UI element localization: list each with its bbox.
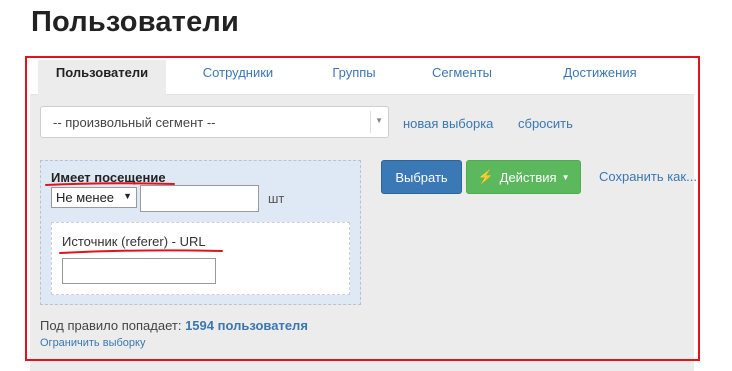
chevron-down-icon: ▼ xyxy=(375,116,383,125)
tab-groups[interactable]: Группы xyxy=(306,60,402,97)
reset-link[interactable]: сбросить xyxy=(518,116,573,131)
new-selection-link[interactable]: новая выборка xyxy=(403,116,493,131)
segment-select-divider xyxy=(370,111,371,133)
match-count-prefix: Под правило попадает: xyxy=(40,318,182,333)
select-button[interactable]: Выбрать xyxy=(381,160,462,194)
tab-segments[interactable]: Сегменты xyxy=(410,60,514,97)
caret-down-icon: ▼ xyxy=(561,172,570,182)
segment-select[interactable]: -- произвольный сегмент -- ▼ xyxy=(40,106,389,138)
count-unit: шт xyxy=(268,191,285,206)
bolt-icon: ⚡ xyxy=(477,169,494,184)
tab-achievements[interactable]: Достижения xyxy=(530,60,670,97)
limit-selection-link[interactable]: Ограничить выборку xyxy=(40,337,145,349)
match-count: Под правило попадает: 1594 пользователя xyxy=(40,318,308,333)
page-title: Пользователи xyxy=(31,6,240,38)
tab-bar: Пользователи Сотрудники Группы Сегменты … xyxy=(30,60,694,97)
source-url-label: Источник (referer) - URL xyxy=(62,234,206,249)
tab-users[interactable]: Пользователи xyxy=(38,60,166,97)
comparison-select-value: Не менее xyxy=(56,190,115,205)
actions-button[interactable]: ⚡ Действия ▼ xyxy=(466,160,581,194)
match-count-value[interactable]: 1594 пользователя xyxy=(185,318,308,333)
comparison-select[interactable]: Не менее ▼ xyxy=(51,187,137,208)
segment-select-value: -- произвольный сегмент -- xyxy=(53,115,216,130)
source-url-input[interactable] xyxy=(62,258,216,284)
caret-down-icon: ▼ xyxy=(123,191,132,201)
tab-employees[interactable]: Сотрудники xyxy=(178,60,298,97)
save-as-link[interactable]: Сохранить как... xyxy=(599,169,697,184)
actions-button-label: Действия xyxy=(499,169,557,185)
annotation-underline xyxy=(59,249,223,254)
visit-count-input[interactable] xyxy=(140,185,259,212)
